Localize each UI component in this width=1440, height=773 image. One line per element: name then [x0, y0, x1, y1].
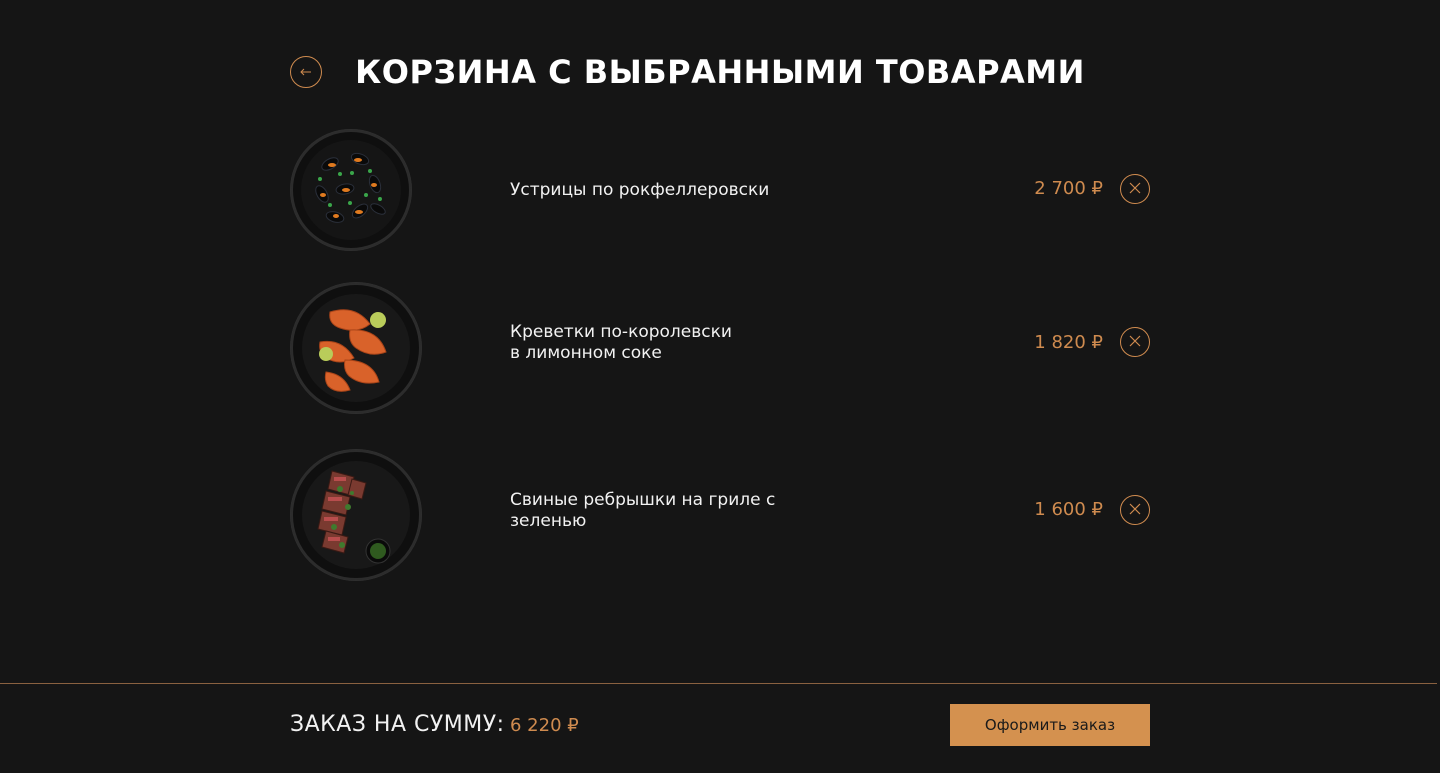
checkout-button[interactable]: Оформить заказ: [950, 704, 1150, 746]
mussels-dish-image: [290, 129, 412, 251]
remove-item-button[interactable]: [1120, 327, 1150, 357]
dish-name: Свиные ребрышки на гриле с зеленью: [510, 490, 776, 531]
close-icon: [1129, 335, 1141, 350]
cart-items-list: Устрицы по рокфеллеровски 2 700 ₽ Кревет…: [290, 0, 1150, 640]
dish-price: 2 700 ₽: [1034, 178, 1103, 199]
dish-name: Устрицы по рокфеллеровски: [510, 180, 770, 200]
order-footer: ЗАКАЗ НА СУММУ: 6 220 ₽ Оформить заказ: [0, 683, 1437, 773]
ribs-dish-image: [290, 449, 422, 581]
cart-item: Креветки по-королевски в лимонном соке 1…: [290, 282, 1150, 414]
shrimp-dish-image: [290, 282, 422, 414]
remove-item-button[interactable]: [1120, 495, 1150, 525]
close-icon: [1129, 503, 1141, 518]
remove-item-button[interactable]: [1120, 174, 1150, 204]
cart-item: Свиные ребрышки на гриле с зеленью 1 600…: [290, 449, 1150, 581]
dish-price: 1 820 ₽: [1034, 332, 1103, 353]
dish-name: Креветки по-королевски в лимонном соке: [510, 322, 732, 363]
cart-item: Устрицы по рокфеллеровски 2 700 ₽: [290, 129, 1150, 251]
dish-price: 1 600 ₽: [1034, 499, 1103, 520]
order-total-label: ЗАКАЗ НА СУММУ:: [290, 712, 505, 737]
close-icon: [1129, 182, 1141, 197]
order-total-value: 6 220 ₽: [510, 715, 579, 736]
cart-page: КОРЗИНА С ВЫБРАННЫМИ ТОВАРАМИ Устрицы по…: [0, 0, 1440, 773]
